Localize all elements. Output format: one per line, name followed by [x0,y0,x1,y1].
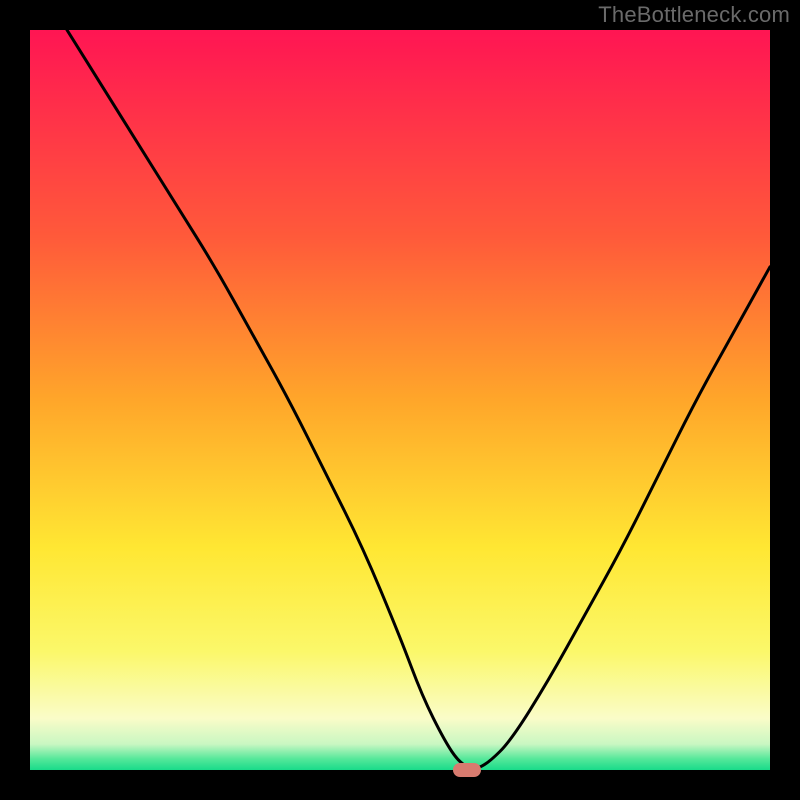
chart-frame: TheBottleneck.com [0,0,800,800]
gradient-background [30,30,770,770]
watermark-text: TheBottleneck.com [598,2,790,28]
minimum-marker [453,763,481,777]
bottleneck-plot [30,30,770,770]
